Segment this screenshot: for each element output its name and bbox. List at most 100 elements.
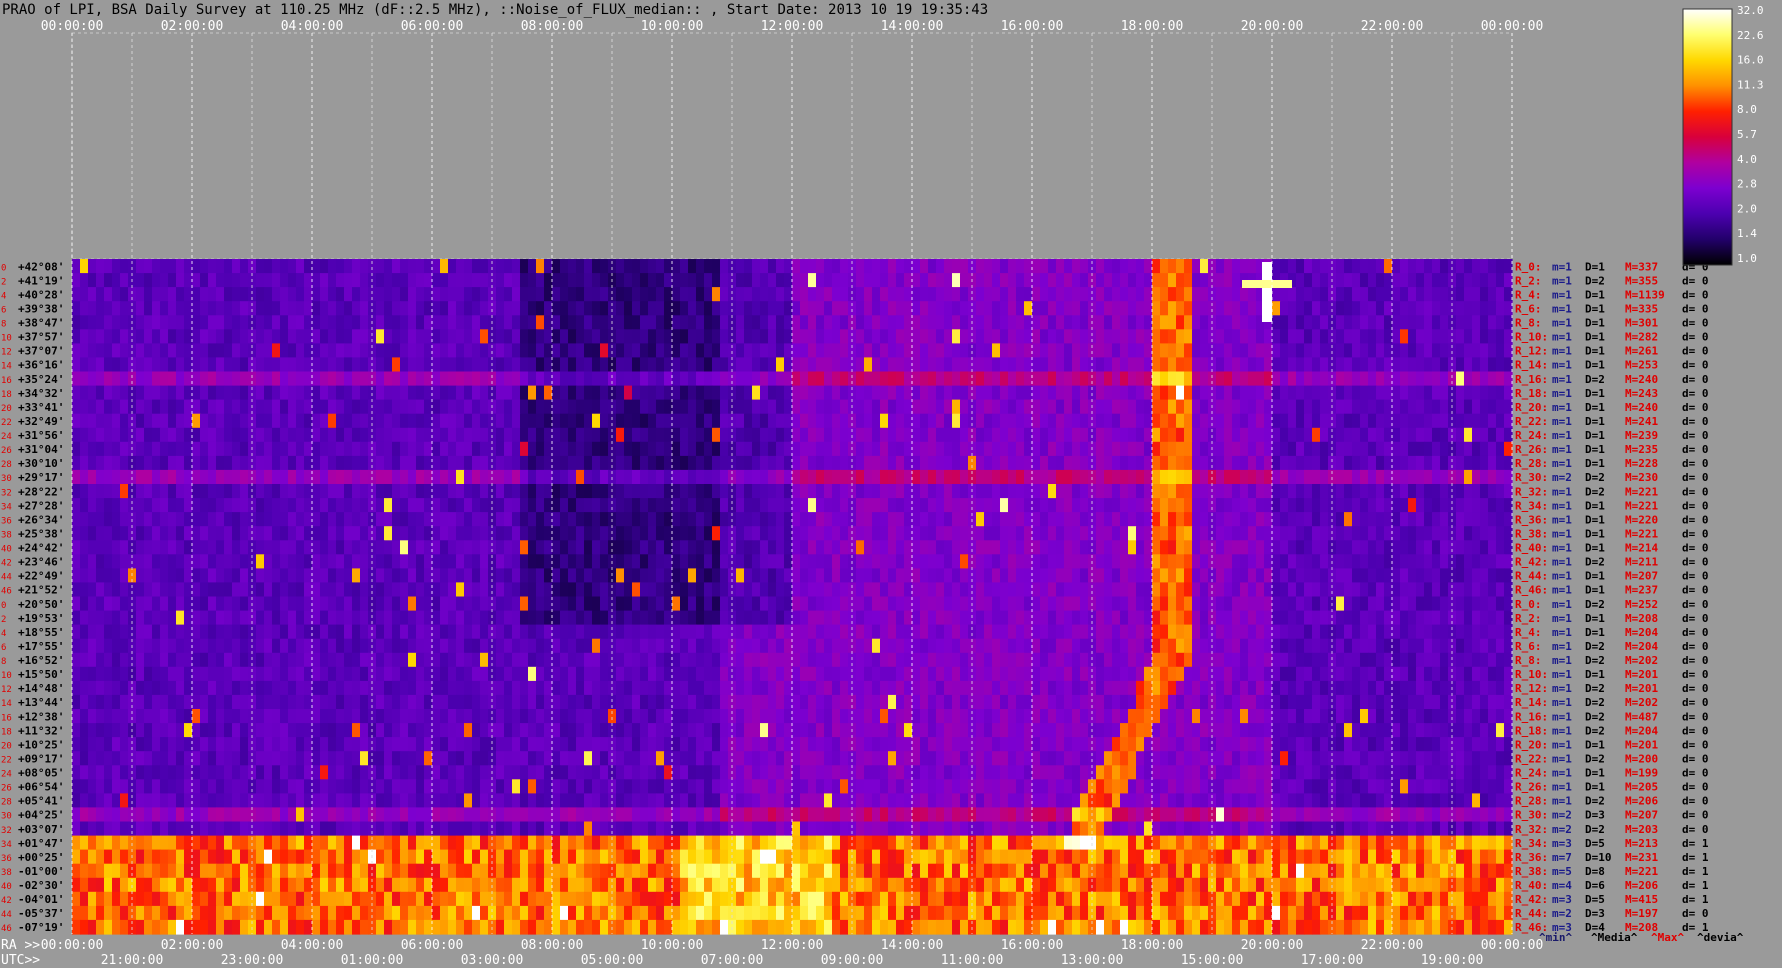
heatmap-cell bbox=[1152, 385, 1161, 401]
heatmap-cell bbox=[392, 301, 401, 316]
heatmap-cell bbox=[232, 540, 241, 555]
heatmap-cell bbox=[376, 469, 385, 485]
heatmap-cell bbox=[664, 638, 673, 654]
heatmap-cell bbox=[416, 329, 425, 344]
heatmap-cell bbox=[664, 610, 673, 626]
heatmap-cell bbox=[760, 287, 769, 302]
heatmap-cell bbox=[1032, 624, 1041, 640]
heatmap-cell bbox=[720, 512, 729, 527]
heatmap-cell bbox=[840, 371, 849, 387]
heatmap-cell bbox=[1176, 273, 1185, 288]
heatmap-cell bbox=[296, 287, 305, 302]
heatmap-cell bbox=[464, 427, 473, 443]
heatmap-cell bbox=[624, 554, 633, 569]
heatmap-cell bbox=[224, 301, 233, 316]
heatmap-cell bbox=[600, 582, 609, 598]
heatmap-cell bbox=[1184, 540, 1193, 555]
heatmap-cell bbox=[856, 455, 865, 471]
heatmap-cell bbox=[1200, 582, 1209, 598]
heatmap-cell bbox=[496, 610, 505, 626]
heatmap-cell bbox=[272, 315, 281, 330]
heatmap-cell bbox=[440, 540, 449, 555]
heatmap-cell bbox=[808, 273, 817, 288]
heatmap-cell bbox=[280, 413, 289, 429]
heatmap-cell bbox=[1256, 582, 1265, 598]
heatmap-cell bbox=[1104, 413, 1113, 429]
heatmap-cell bbox=[1080, 469, 1089, 485]
heatmap-cell bbox=[688, 638, 697, 654]
heatmap-cell bbox=[1096, 498, 1105, 513]
heatmap-cell bbox=[928, 469, 937, 485]
heatmap-cell bbox=[672, 357, 681, 373]
heatmap-cell bbox=[744, 582, 753, 598]
heatmap-cell bbox=[1248, 441, 1257, 457]
heatmap-cell bbox=[480, 343, 489, 359]
heatmap-cell bbox=[1016, 455, 1025, 471]
heatmap-cell bbox=[1072, 455, 1081, 471]
heatmap-cell bbox=[296, 526, 305, 541]
heatmap-cell bbox=[992, 357, 1001, 373]
heatmap-cell bbox=[952, 455, 961, 471]
heatmap-cell bbox=[1176, 399, 1185, 415]
heatmap-cell bbox=[1104, 554, 1113, 569]
heatmap-cell bbox=[288, 568, 297, 584]
heatmap-cell bbox=[752, 455, 761, 471]
heatmap-cell bbox=[976, 596, 985, 612]
heatmap-cell bbox=[1096, 441, 1105, 457]
heatmap-cell bbox=[200, 371, 209, 387]
heatmap-cell bbox=[992, 273, 1001, 288]
heatmap-cell bbox=[232, 498, 241, 513]
heatmap-cell bbox=[1072, 469, 1081, 485]
heatmap-cell bbox=[360, 624, 369, 640]
heatmap-cell bbox=[200, 568, 209, 584]
heatmap-cell bbox=[952, 554, 961, 569]
heatmap-cell bbox=[1432, 469, 1441, 485]
heatmap-cell bbox=[1360, 399, 1369, 415]
heatmap-cell bbox=[704, 343, 713, 359]
heatmap-cell bbox=[704, 610, 713, 626]
heatmap-cell bbox=[1168, 385, 1177, 401]
heatmap-cell bbox=[1272, 385, 1281, 401]
heatmap-cell bbox=[504, 582, 513, 598]
heatmap-cell bbox=[112, 624, 121, 640]
heatmap-cell bbox=[384, 413, 393, 429]
heatmap-cell bbox=[120, 568, 129, 584]
heatmap-cell bbox=[152, 596, 161, 612]
heatmap-cell bbox=[600, 512, 609, 527]
heatmap-cell bbox=[592, 469, 601, 485]
heatmap-cell bbox=[160, 273, 169, 288]
heatmap-cell bbox=[1208, 455, 1217, 471]
heatmap-cell bbox=[360, 287, 369, 302]
heatmap-cell bbox=[744, 624, 753, 640]
heatmap-cell bbox=[1320, 484, 1329, 499]
heatmap-cell bbox=[1320, 385, 1329, 401]
heatmap-cell bbox=[1144, 259, 1153, 274]
heatmap-cell bbox=[1336, 259, 1345, 274]
heatmap-cell bbox=[200, 512, 209, 527]
heatmap-cell bbox=[912, 596, 921, 612]
heatmap-cell bbox=[1040, 469, 1049, 485]
heatmap-cell bbox=[752, 371, 761, 387]
heatmap-cell bbox=[440, 343, 449, 359]
heatmap-cell bbox=[664, 441, 673, 457]
heatmap-cell bbox=[1248, 259, 1257, 274]
heatmap-cell bbox=[240, 329, 249, 344]
heatmap-cell bbox=[976, 357, 985, 373]
heatmap-cell bbox=[832, 596, 841, 612]
heatmap-cell bbox=[688, 582, 697, 598]
heatmap-cell bbox=[400, 343, 409, 359]
heatmap-cell bbox=[136, 385, 145, 401]
heatmap-cell bbox=[704, 540, 713, 555]
heatmap-cell bbox=[464, 371, 473, 387]
heatmap-cell bbox=[768, 610, 777, 626]
heatmap-cell bbox=[1392, 315, 1401, 330]
heatmap-cell bbox=[704, 357, 713, 373]
heatmap-cell bbox=[168, 610, 177, 626]
heatmap-cell bbox=[1432, 329, 1441, 344]
heatmap-cell bbox=[408, 540, 417, 555]
heatmap-cell bbox=[1072, 498, 1081, 513]
heatmap-cell bbox=[1400, 371, 1409, 387]
heatmap-cell bbox=[856, 568, 865, 584]
heatmap-cell bbox=[448, 568, 457, 584]
heatmap-cell bbox=[672, 455, 681, 471]
